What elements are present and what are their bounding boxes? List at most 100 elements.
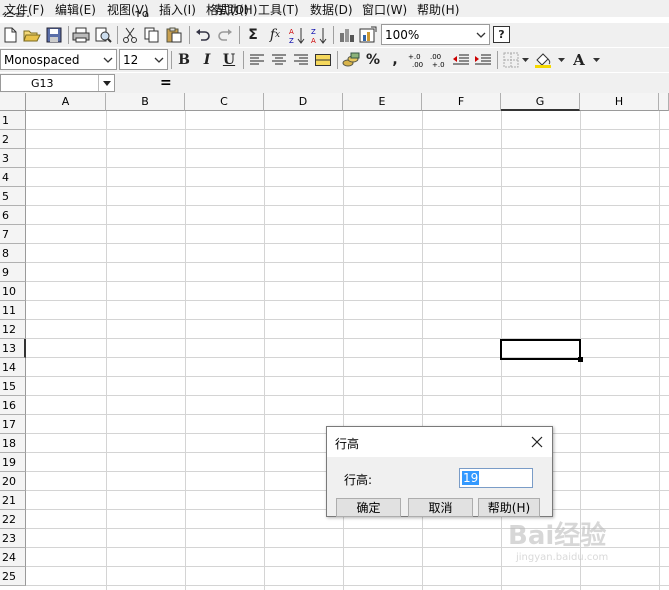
new-icon[interactable] <box>0 25 20 45</box>
toolbar-separator <box>239 26 240 44</box>
chart-wizard-icon[interactable] <box>358 25 378 45</box>
row-header-6[interactable]: 6 <box>0 206 26 225</box>
selected-cell-g13[interactable] <box>500 339 583 362</box>
menu-tools[interactable]: 工具(T) <box>258 1 299 17</box>
row-header-9[interactable]: 9 <box>0 263 26 282</box>
comma-style-button[interactable]: , <box>385 50 405 70</box>
cancel-button[interactable]: 取消 <box>408 498 473 517</box>
row-header-11[interactable]: 11 <box>0 301 26 320</box>
zoom-select[interactable]: 100% <box>381 24 490 45</box>
save-icon[interactable] <box>44 25 64 45</box>
row-header-17[interactable]: 17 <box>0 415 26 434</box>
print-icon[interactable] <box>71 25 91 45</box>
row-header-16[interactable]: 16 <box>0 396 26 415</box>
fill-color-dropdown-icon[interactable] <box>555 50 567 70</box>
gridline <box>26 395 669 396</box>
font-color-dropdown-icon[interactable] <box>590 50 602 70</box>
decrease-decimal-icon[interactable]: .00 +.0 <box>429 50 449 70</box>
chevron-down-icon[interactable] <box>98 75 114 91</box>
row-header-2[interactable]: 2 <box>0 130 26 149</box>
column-header-b[interactable]: B <box>106 93 185 111</box>
ok-button[interactable]: 确定 <box>336 498 401 517</box>
borders-dropdown-icon[interactable] <box>519 50 531 70</box>
close-icon[interactable] <box>528 433 546 451</box>
italic-button[interactable]: I <box>197 50 217 70</box>
chart-icon[interactable] <box>337 25 357 45</box>
menu-help[interactable]: 帮助(H) <box>417 1 459 17</box>
font-color-button[interactable]: A <box>569 50 589 70</box>
row-header-22[interactable]: 22 <box>0 510 26 529</box>
increase-indent-icon[interactable] <box>473 50 493 70</box>
percent-button[interactable]: % <box>363 50 383 70</box>
row-header-3[interactable]: 3 <box>0 149 26 168</box>
gridline <box>343 111 344 590</box>
ghost-row-height-value: 19 <box>134 9 150 17</box>
fill-handle[interactable] <box>578 357 583 362</box>
print-preview-icon[interactable] <box>93 25 113 45</box>
menu-help-overlay[interactable]: 帮助(H) <box>215 1 257 17</box>
row-header-13[interactable]: 13 <box>0 339 26 358</box>
column-header-h[interactable]: H <box>580 93 659 111</box>
help-button[interactable]: 帮助(H) <box>478 498 540 517</box>
menu-insert[interactable]: 插入(I) <box>159 1 196 17</box>
menu-window[interactable]: 窗口(W) <box>362 1 407 17</box>
dialog-titlebar[interactable]: 行高 <box>327 427 552 457</box>
increase-decimal-icon[interactable]: +.0.00 <box>407 50 427 70</box>
sort-ascending-icon[interactable]: AZ <box>287 25 307 45</box>
column-header-f[interactable]: F <box>422 93 501 111</box>
font-family-select[interactable]: Monospaced <box>0 49 117 70</box>
row-header-4[interactable]: 4 <box>0 168 26 187</box>
open-icon[interactable] <box>22 25 42 45</box>
row-header-15[interactable]: 15 <box>0 377 26 396</box>
merge-center-icon[interactable] <box>313 50 333 70</box>
decrease-indent-icon[interactable] <box>451 50 471 70</box>
fill-color-icon[interactable] <box>533 50 553 70</box>
row-header-12[interactable]: 12 <box>0 320 26 339</box>
currency-icon[interactable] <box>341 50 361 70</box>
column-header-g[interactable]: G <box>501 93 580 111</box>
select-all-corner[interactable] <box>0 93 26 111</box>
row-header-25[interactable]: 25 <box>0 567 26 586</box>
cut-icon[interactable] <box>120 25 140 45</box>
row-header-23[interactable]: 23 <box>0 529 26 548</box>
name-box[interactable]: G13 <box>0 74 115 92</box>
row-header-18[interactable]: 18 <box>0 434 26 453</box>
row-header-7[interactable]: 7 <box>0 225 26 244</box>
row-header-5[interactable]: 5 <box>0 187 26 206</box>
column-header-c[interactable]: C <box>185 93 264 111</box>
align-center-icon[interactable] <box>269 50 289 70</box>
font-size-select[interactable]: 12 <box>119 49 168 70</box>
borders-icon[interactable] <box>501 50 521 70</box>
sort-descending-icon[interactable]: ZA <box>309 25 329 45</box>
column-header-i[interactable] <box>659 93 669 111</box>
toolbar-separator <box>333 26 334 44</box>
row-header-14[interactable]: 14 <box>0 358 26 377</box>
column-header-d[interactable]: D <box>264 93 343 111</box>
formula-equals-sign[interactable]: = <box>160 75 172 91</box>
paste-icon[interactable] <box>164 25 184 45</box>
undo-icon[interactable] <box>193 25 213 45</box>
row-header-8[interactable]: 8 <box>0 244 26 263</box>
function-icon[interactable]: fx <box>265 25 285 45</box>
row-header-21[interactable]: 21 <box>0 491 26 510</box>
menu-edit[interactable]: 编辑(E) <box>55 1 96 17</box>
row-header-20[interactable]: 20 <box>0 472 26 491</box>
column-header-a[interactable]: A <box>26 93 106 111</box>
menu-data[interactable]: 数据(D) <box>310 1 353 17</box>
sum-icon[interactable]: Σ <box>243 25 263 45</box>
column-header-e[interactable]: E <box>343 93 422 111</box>
bold-button[interactable]: B <box>174 50 194 70</box>
redo-icon[interactable] <box>215 25 235 45</box>
row-header-10[interactable]: 10 <box>0 282 26 301</box>
row-header-1[interactable]: 1 <box>0 111 26 130</box>
help-button[interactable]: ? <box>493 26 510 43</box>
row-header-24[interactable]: 24 <box>0 548 26 567</box>
underline-button[interactable]: U <box>219 50 239 70</box>
align-right-icon[interactable] <box>291 50 311 70</box>
menu-file[interactable]: 文件(F) <box>4 1 44 17</box>
align-left-icon[interactable] <box>247 50 267 70</box>
gridline <box>26 300 669 301</box>
row-header-19[interactable]: 19 <box>0 453 26 472</box>
copy-icon[interactable] <box>142 25 162 45</box>
row-height-input[interactable]: 19 <box>459 468 533 488</box>
